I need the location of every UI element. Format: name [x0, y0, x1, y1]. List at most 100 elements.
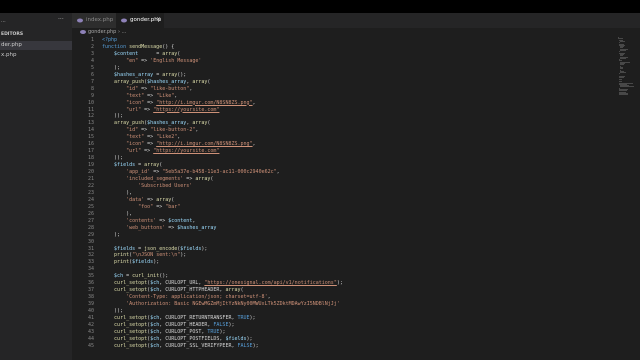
tab-gonder-php[interactable]: gonder.php ✕	[116, 13, 164, 28]
code-line[interactable]: 23 ),	[72, 190, 612, 197]
code-line[interactable]: 26 ),	[72, 211, 612, 218]
code-line[interactable]: 9 "text" => "Like",	[72, 93, 612, 100]
line-number: 30	[87, 238, 94, 245]
code-token: );	[201, 245, 208, 252]
code-line[interactable]: 32 print("\nJSON sent:\n");	[72, 252, 612, 259]
code-line[interactable]: 5 );	[72, 65, 612, 72]
code-line[interactable]: 44 curl_setopt($ch, CURLOPT_POSTFIELDS, …	[72, 336, 612, 343]
line-number: 38	[87, 294, 94, 301]
breadcrumb-file[interactable]: gonder.php	[88, 29, 116, 35]
code-token: ,	[252, 99, 256, 106]
code-line[interactable]: 7 array_push($hashes_array, array(	[72, 79, 612, 86]
php-icon	[77, 18, 83, 23]
code-token: "https://yoursite.com"	[153, 106, 220, 113]
code-line[interactable]: 8 "id" => "like-button",	[72, 86, 612, 93]
code-line[interactable]: 34	[72, 266, 612, 273]
breadcrumb-path[interactable]: ...	[122, 29, 127, 35]
code-line[interactable]: 35 $ch = curl_init();	[72, 273, 612, 280]
code-line[interactable]: 1 <?php	[72, 37, 612, 44]
minimap-line	[618, 94, 629, 96]
code-token: array_push	[114, 78, 145, 85]
code-line[interactable]: 30	[72, 239, 612, 246]
more-actions-icon[interactable]: ···	[58, 16, 64, 23]
code-token: , CURLOPT_RETURNTRANSFER,	[159, 315, 238, 321]
code-editor[interactable]: 1 <?php 2 function sendMessage() {3 $conten…	[72, 37, 612, 360]
code-line[interactable]: 16 "icon" => "http://i.imgur.com/N8SN8ZS…	[72, 141, 612, 148]
tab-bar: index.php gonder.php ✕	[72, 13, 640, 28]
code-line[interactable]: 24 'data' => array(	[72, 197, 612, 204]
code-token: json_encode	[144, 245, 178, 252]
code-line[interactable]: 14 "id" => "like-button-2",	[72, 127, 612, 134]
code-token: =>	[153, 203, 166, 210]
code-line[interactable]: 22 'Subscribed Users'	[72, 183, 612, 190]
code-text: "icon" => "http://i.imgur.com/N8SN8ZS.pn…	[102, 99, 256, 107]
line-number: 23	[87, 189, 94, 196]
code-token: 'data'	[126, 196, 145, 203]
code-text: print("\nJSON sent:\n");	[102, 252, 186, 259]
code-token: print	[114, 259, 130, 266]
code-line[interactable]: 2 function sendMessage() {	[72, 44, 612, 51]
explorer-title: ...	[1, 18, 6, 24]
code-text: $content = array(	[102, 51, 180, 58]
code-line[interactable]: 6 $hashes_array = array();	[72, 72, 612, 79]
code-line[interactable]: 13 array_push($hashes_array, array(	[72, 120, 612, 127]
code-line[interactable]: 19 $fields = array(	[72, 162, 612, 169]
code-line[interactable]: 42 curl_setopt($ch, CURLOPT_HEADER, FALS…	[72, 322, 612, 329]
open-editors-section[interactable]: EDITORS	[0, 30, 72, 39]
code-line[interactable]: 28 'web_buttons' => $hashes_array	[72, 225, 612, 232]
code-line[interactable]: 36 curl_setopt($ch, CURLOPT_URL, "https:…	[72, 280, 612, 287]
code-token: curl_setopt	[114, 287, 148, 294]
code-line[interactable]: 21 'included_segments' => array(	[72, 176, 612, 183]
code-token: =>	[165, 224, 178, 231]
code-line[interactable]: 18 ));	[72, 155, 612, 162]
code-line[interactable]: 38 'Content-Type: application/json; char…	[72, 294, 612, 301]
code-line[interactable]: 15 "text" => "Like2",	[72, 134, 612, 141]
code-line[interactable]: 17 "url" => "https://yoursite.com"	[72, 148, 612, 155]
line-number: 20	[87, 169, 94, 176]
code-token: "bar"	[165, 203, 181, 210]
code-line[interactable]: 40 ));	[72, 308, 612, 315]
code-line[interactable]: 10 "icon" => "http://i.imgur.com/N8SN8ZS…	[72, 100, 612, 107]
code-text: print($fields);	[102, 259, 159, 266]
line-number: 3	[90, 50, 94, 57]
code-text: "en" => 'English Message'	[102, 58, 201, 65]
code-line[interactable]: 25 "foo" => "bar"	[72, 204, 612, 211]
sidebar-file-gonder[interactable]: der.php	[0, 41, 72, 50]
sidebar-file-label: der.php	[1, 42, 22, 48]
code-line[interactable]: 43 curl_setopt($ch, CURLOPT_POST, TRUE);	[72, 329, 612, 336]
code-token: ();	[159, 273, 169, 280]
line-number: 6	[90, 71, 94, 78]
code-line[interactable]: 41 curl_setopt($ch, CURLOPT_RETURNTRANSF…	[72, 315, 612, 322]
code-line[interactable]: 20 'app_id' => "5eb5a37e-b458-11e3-ac11-…	[72, 169, 612, 176]
minimap[interactable]	[618, 37, 638, 97]
code-line[interactable]: 45 curl_setopt($ch, CURLOPT_SSL_VERIFYPE…	[72, 343, 612, 350]
code-line[interactable]: 12 ));	[72, 113, 612, 120]
code-token: array	[225, 287, 241, 294]
code-line[interactable]: 27 'contents' => $content,	[72, 218, 612, 225]
code-line[interactable]: 4 "en" => 'English Message'	[72, 58, 612, 65]
code-line[interactable]: 29 );	[72, 232, 612, 239]
code-token: $hashes_array	[147, 120, 187, 127]
code-token: );	[219, 328, 226, 335]
code-text: "foo" => "bar"	[102, 204, 180, 211]
code-line[interactable]: 3 $content = array(	[72, 51, 612, 58]
code-line[interactable]: 11 "url" => "https://yoursite.com"	[72, 107, 612, 114]
code-line[interactable]: 31 $fields = json_encode($fields);	[72, 246, 612, 253]
code-line[interactable]: 33 print($fields);	[72, 259, 612, 266]
tab-index-php[interactable]: index.php	[72, 13, 116, 28]
sidebar-file-index[interactable]: x.php	[0, 51, 72, 60]
code-line[interactable]: 37 curl_setopt ($ch, CURLOPT_HTTPHEADER, …	[72, 287, 612, 294]
code-line[interactable]: 39 'Authorization: Basic NGEwMGZmMjItYzN…	[72, 301, 612, 308]
code-token: );	[336, 280, 343, 287]
close-tab-icon[interactable]: ✕	[156, 16, 161, 23]
line-number: 5	[90, 64, 94, 71]
code-token: "Like"	[156, 92, 175, 99]
code-text: curl_setopt($ch, CURLOPT_URL, "https://o…	[102, 280, 343, 287]
